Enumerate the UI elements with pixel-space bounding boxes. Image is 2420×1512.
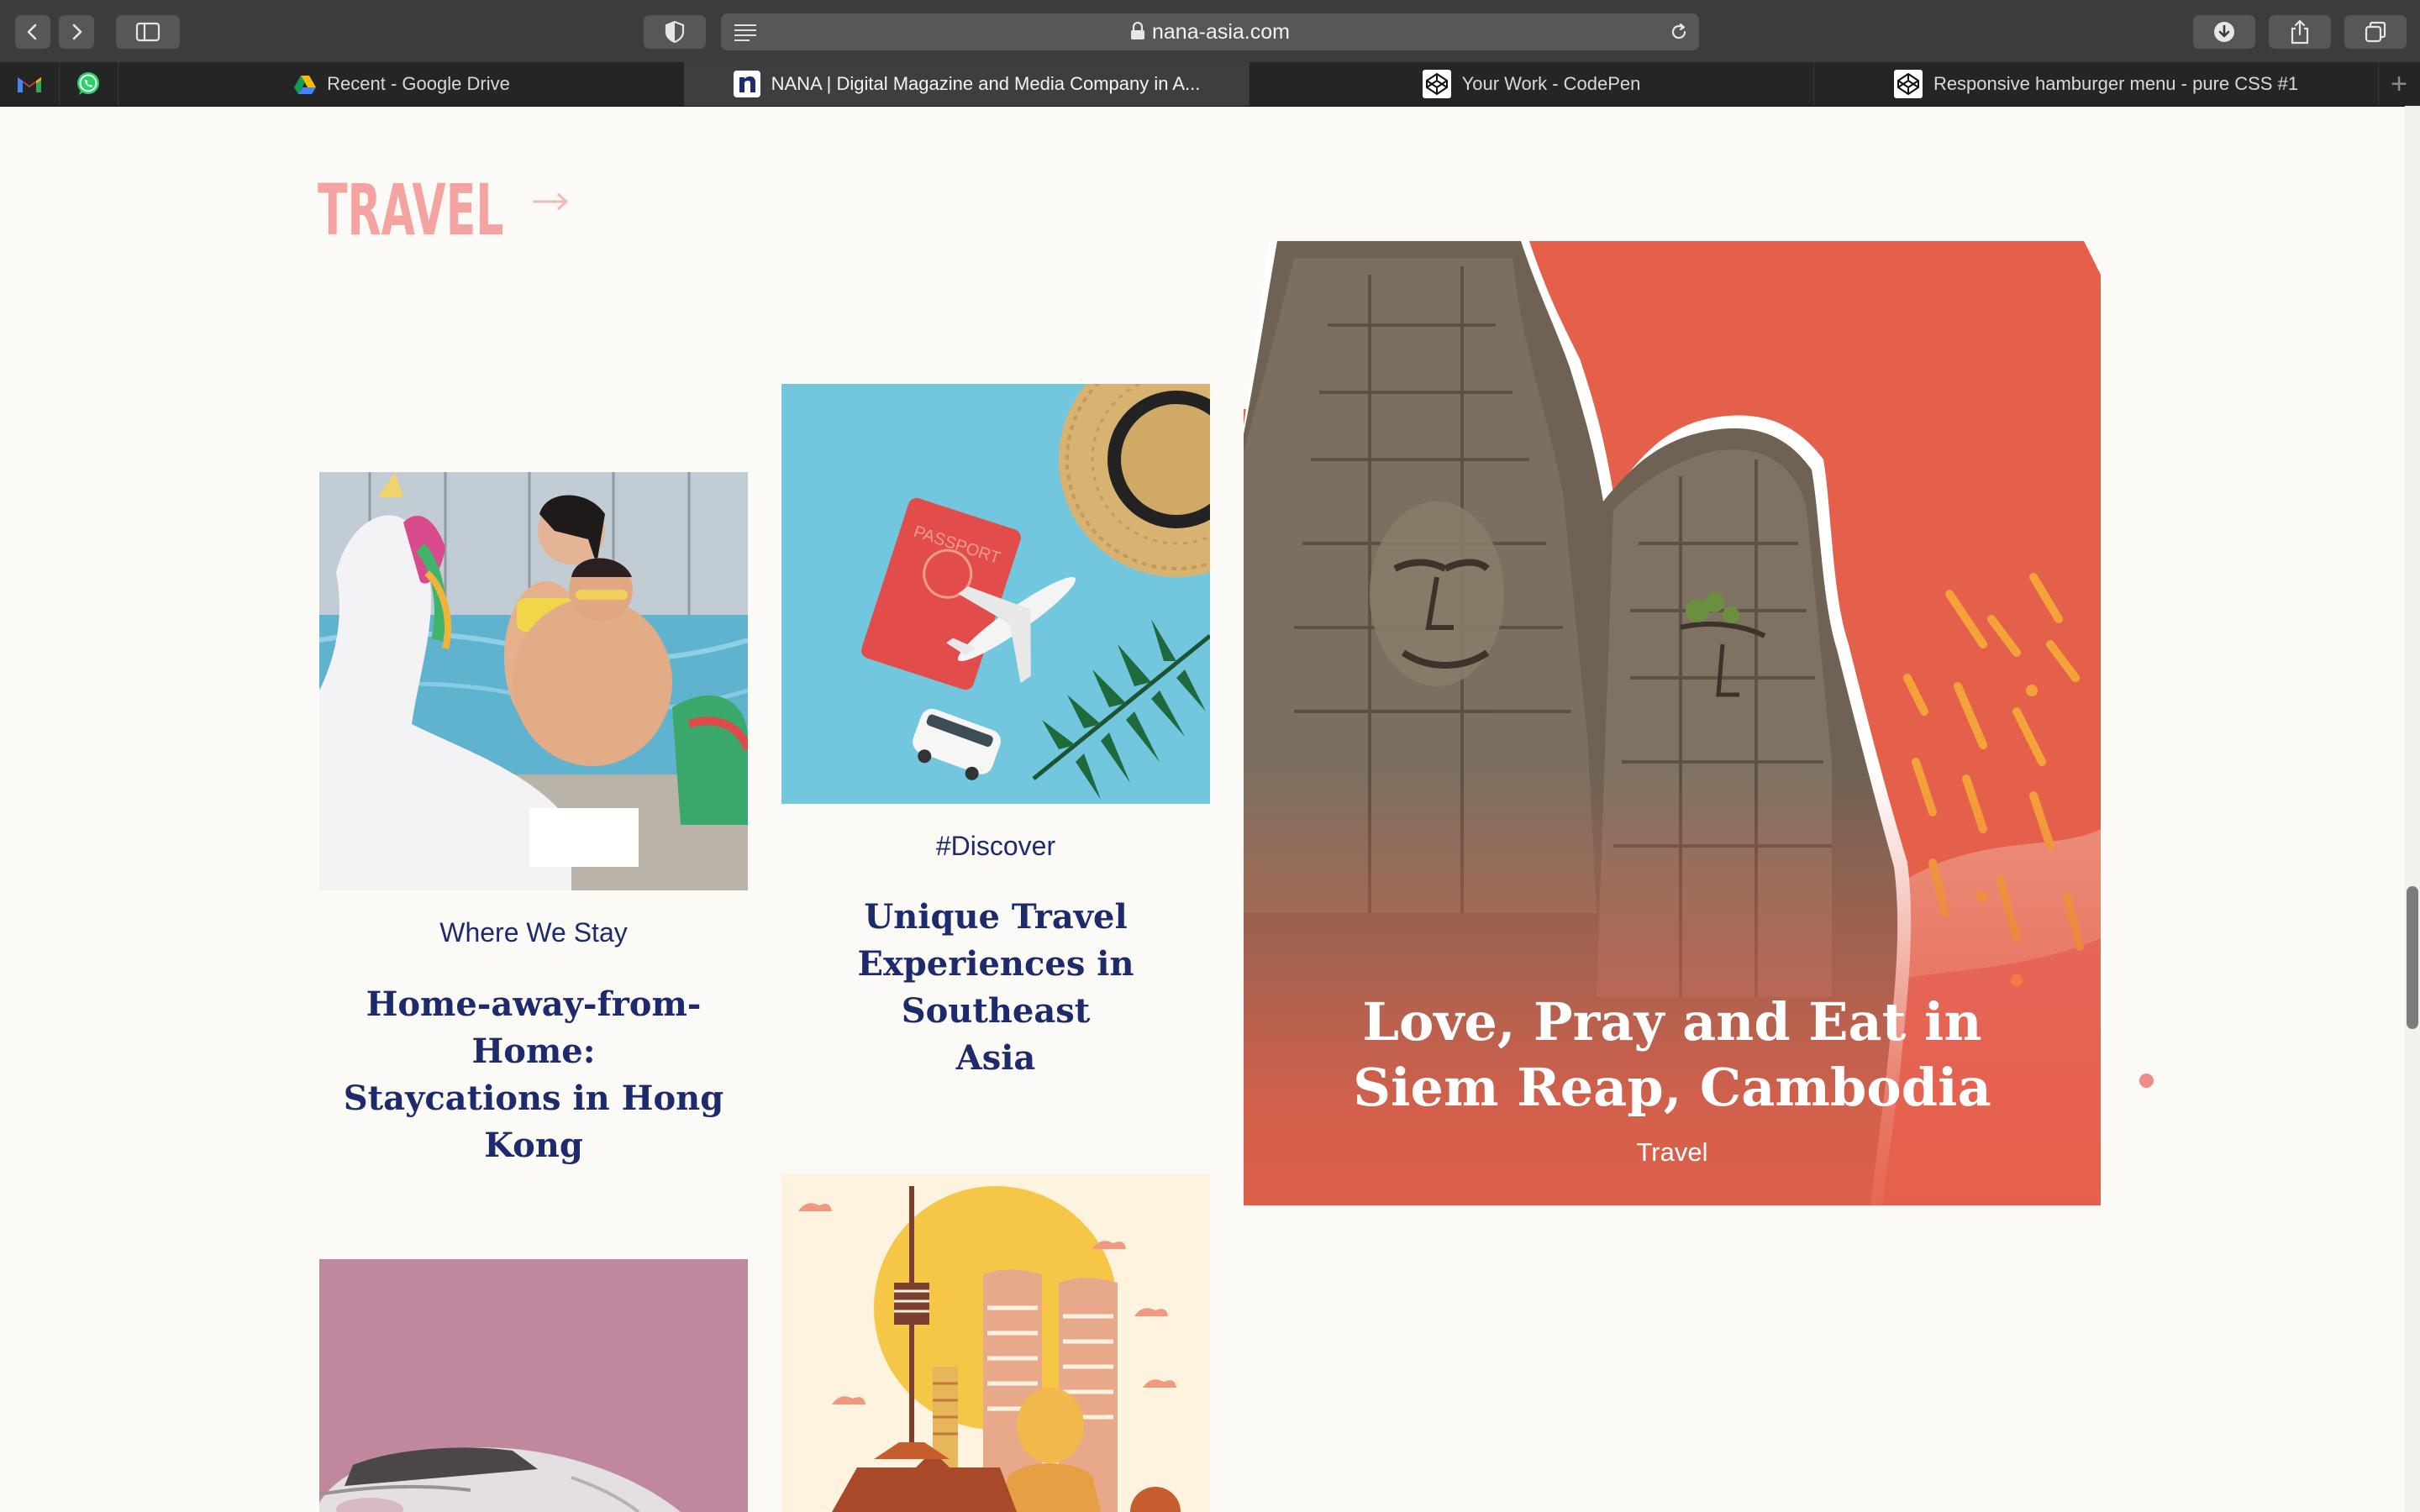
carousel-dot[interactable] (2139, 1074, 2154, 1088)
shield-icon (665, 20, 685, 44)
headline-line: Unique Travel (864, 897, 1128, 937)
card-headline[interactable]: Home-away-from-Home: Staycations in Hong… (316, 981, 751, 1169)
southeast-asia-illustration[interactable] (781, 1173, 1210, 1512)
downloads-button[interactable] (2193, 15, 2255, 49)
chevron-right-icon (72, 24, 82, 40)
back-button[interactable] (15, 15, 50, 49)
tab-overview-button[interactable] (2344, 15, 2407, 49)
staycation-image[interactable] (319, 472, 748, 890)
reload-icon[interactable] (1669, 22, 1689, 42)
privacy-report-button[interactable] (644, 15, 706, 49)
tab-title: Responsive hamburger menu - pure CSS #1 (1933, 73, 2299, 94)
tab-codepen-work[interactable]: Your Work - CodePen (1249, 62, 1814, 106)
address-bar[interactable]: nana-asia.com (721, 13, 1699, 50)
feature-category[interactable]: Travel (1244, 1137, 2101, 1168)
car-photo (319, 1259, 748, 1512)
card-category[interactable]: #Discover (781, 831, 1210, 862)
nana-icon (733, 70, 761, 98)
browser-toolbar: nana-asia.com (0, 0, 2420, 63)
gmail-icon (18, 77, 41, 92)
travel-experiences-image[interactable]: PASSPORT (781, 384, 1210, 804)
arrow-right-icon[interactable] (531, 192, 570, 212)
url-label: nana-asia.com (1152, 20, 1290, 44)
pinned-tab-whatsapp[interactable] (59, 62, 118, 106)
lock-icon (1131, 21, 1144, 39)
pool-photo (319, 472, 748, 890)
tab-title: Your Work - CodePen (1461, 73, 1641, 94)
codepen-icon (1422, 69, 1452, 99)
scrollbar-thumb[interactable] (2407, 886, 2418, 1029)
car-image[interactable] (319, 1259, 748, 1512)
whatsapp-icon (77, 72, 99, 95)
feature-headline[interactable]: Love, Pray and Eat in Siem Reap, Cambodi… (1244, 990, 2101, 1121)
headline-line: Staycations in Hong Kong (343, 1079, 724, 1165)
share-button[interactable] (2269, 15, 2331, 49)
headline-line: Siem Reap, Cambodia (1353, 1057, 1991, 1118)
tab-title: Recent - Google Drive (327, 73, 510, 94)
tab-title: NANA | Digital Magazine and Media Compan… (771, 73, 1201, 94)
headline-line: Experiences in Southeast (857, 944, 1134, 1031)
card-category[interactable]: Where We Stay (319, 917, 748, 948)
url-text: nana-asia.com (721, 13, 1699, 50)
pinned-tab-gmail[interactable] (0, 62, 60, 106)
tab-codepen-hamburger[interactable]: Responsive hamburger menu - pure CSS #1 (1813, 62, 2379, 106)
sidebar-icon (135, 22, 160, 42)
flatlay-photo: PASSPORT (781, 384, 1210, 804)
section-title[interactable]: TRAVEL (318, 168, 503, 252)
card-headline[interactable]: Unique Travel Experiences in Southeast A… (778, 894, 1213, 1082)
sidebar-button[interactable] (116, 15, 180, 49)
share-icon (2291, 19, 2309, 45)
tab-bar: Recent - Google Drive NANA | Digital Mag… (0, 62, 2420, 107)
forward-button[interactable] (59, 15, 94, 49)
scrollbar-track[interactable] (2405, 106, 2420, 1512)
tab-google-drive[interactable]: Recent - Google Drive (119, 62, 685, 106)
new-tab-button[interactable]: + (2378, 62, 2420, 106)
city-illustration (781, 1173, 1210, 1512)
headline-line: Asia (955, 1038, 1036, 1078)
google-drive-icon (293, 74, 317, 94)
tab-nana[interactable]: NANA | Digital Magazine and Media Compan… (684, 62, 1249, 106)
codepen-icon (1893, 69, 1923, 99)
chevron-left-icon (27, 24, 37, 40)
tabs-icon (2365, 21, 2386, 43)
download-icon (2214, 22, 2234, 42)
headline-line: Love, Pray and Eat in (1362, 991, 1982, 1053)
headline-line: Home-away-from-Home: (366, 984, 702, 1071)
plus-icon: + (2391, 67, 2407, 100)
